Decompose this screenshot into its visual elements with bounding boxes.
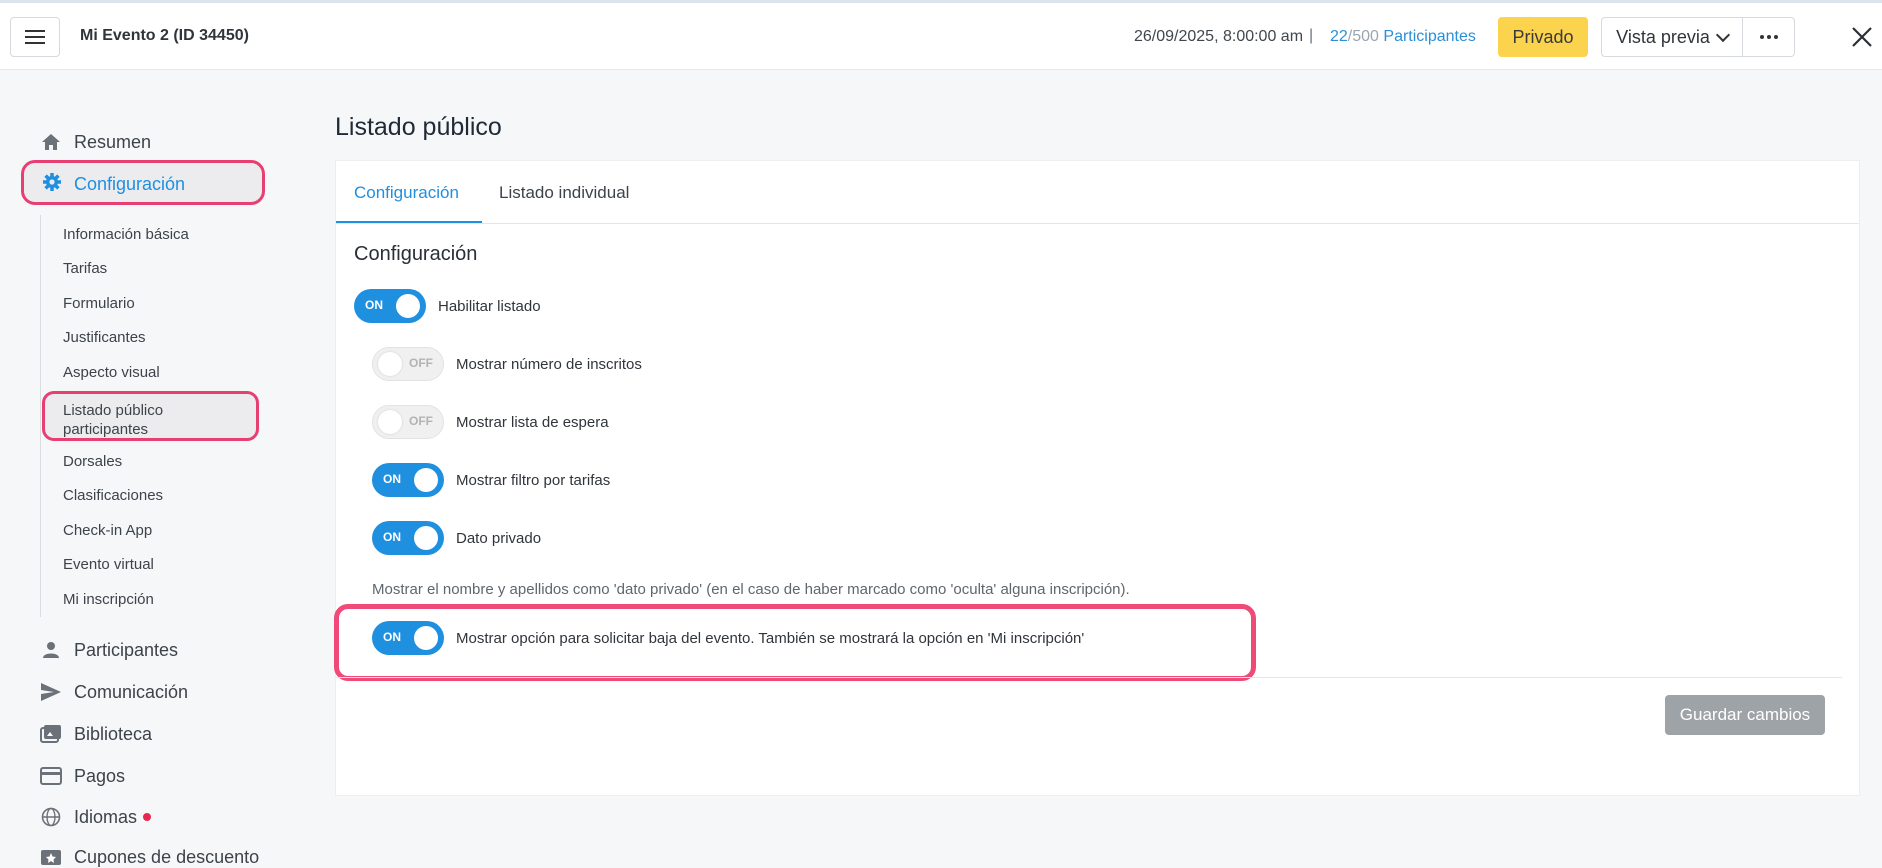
submenu-item-formulario[interactable]: Formulario	[63, 295, 135, 312]
setting-solicitar-baja: ON Mostrar opción para solicitar baja de…	[372, 621, 1084, 655]
menu-button[interactable]	[10, 17, 60, 57]
card-icon	[40, 765, 62, 787]
toggle-switch[interactable]: ON	[372, 621, 444, 655]
toggle-switch[interactable]: ON	[354, 289, 426, 323]
submenu-item-listado-publico[interactable]: Listado público participantes	[42, 391, 259, 441]
submenu-item-mi-inscripcion[interactable]: Mi inscripción	[63, 591, 154, 608]
toggle-state: OFF	[409, 356, 433, 370]
send-icon	[40, 681, 62, 703]
sidebar-item-biblioteca[interactable]: Biblioteca	[40, 723, 152, 745]
toggle-state: ON	[383, 530, 401, 544]
sidebar-item-cupones[interactable]: Cupones de descuento	[40, 846, 259, 868]
sidebar-item-comunicacion[interactable]: Comunicación	[40, 681, 188, 703]
participants-current: 22	[1330, 28, 1348, 45]
submenu-item-justificantes[interactable]: Justificantes	[63, 329, 146, 346]
submenu-item-clasificaciones[interactable]: Clasificaciones	[63, 487, 163, 504]
settings-card: Configuración Listado individual Configu…	[334, 160, 1860, 796]
setting-dato-privado: ON Dato privado	[372, 521, 541, 555]
toggle-switch[interactable]: ON	[372, 463, 444, 497]
event-title: Mi Evento 2 (ID 34450)	[80, 27, 249, 44]
sidebar-item-configuracion[interactable]: Configuración	[21, 160, 265, 205]
submenu-item-checkin-app[interactable]: Check-in App	[63, 522, 152, 539]
more-dots-icon	[1759, 35, 1764, 39]
setting-habilitar-listado: ON Habilitar listado	[354, 289, 541, 323]
participants-link[interactable]: Participantes	[1383, 28, 1476, 45]
setting-lista-espera: OFF Mostrar lista de espera	[372, 405, 609, 439]
setting-label: Habilitar listado	[438, 297, 541, 315]
setting-label: Dato privado	[456, 529, 542, 547]
more-options-button[interactable]	[1742, 17, 1795, 57]
private-button[interactable]: Privado	[1498, 17, 1588, 57]
setting-filtro-tarifas: ON Mostrar filtro por tarifas	[372, 463, 610, 497]
sidebar-item-label: Participantes	[74, 639, 179, 660]
chevron-down-icon	[1715, 27, 1730, 42]
preview-label: Vista previa	[1616, 26, 1710, 47]
toggle-switch[interactable]: OFF	[372, 405, 444, 439]
sidebar-item-participantes[interactable]: Participantes	[40, 639, 178, 661]
setting-label: Mostrar filtro por tarifas	[456, 471, 611, 489]
close-icon[interactable]	[1850, 25, 1874, 49]
sidebar-item-label: Biblioteca	[74, 723, 153, 744]
tab-listado-individual[interactable]: Listado individual	[499, 183, 629, 203]
submenu-line	[40, 215, 41, 617]
sidebar-item-label: Resumen	[74, 131, 152, 152]
sidebar-item-label: Cupones de descuento	[74, 846, 260, 867]
page-title: Listado público	[335, 113, 502, 141]
toggle-switch[interactable]: ON	[372, 521, 444, 555]
setting-numero-inscritos: OFF Mostrar número de inscritos	[372, 347, 642, 381]
tab-bar: Configuración Listado individual	[336, 161, 1859, 224]
home-icon	[40, 131, 62, 153]
person-icon	[40, 639, 62, 661]
section-title: Configuración	[354, 243, 478, 265]
submenu-item-tarifas[interactable]: Tarifas	[63, 260, 107, 277]
notification-dot	[143, 813, 152, 821]
top-bar: Mi Evento 2 (ID 34450) 26/09/2025, 8:00:…	[0, 3, 1882, 70]
submenu-item-info-basica[interactable]: Información básica	[63, 226, 189, 243]
active-tab-indicator	[336, 221, 482, 223]
participants-total: /500	[1347, 28, 1379, 45]
gear-icon	[42, 172, 62, 197]
submenu-item-aspecto-visual[interactable]: Aspecto visual	[63, 364, 160, 381]
sidebar-item-label: Comunicación	[74, 681, 189, 702]
setting-label: Mostrar número de inscritos	[456, 355, 642, 373]
hamburger-icon	[25, 30, 45, 44]
setting-label: Mostrar lista de espera	[456, 413, 609, 431]
sidebar-item-resumen[interactable]: Resumen	[40, 131, 151, 153]
sidebar-item-label: Idiomas	[74, 806, 138, 827]
toggle-state: ON	[383, 630, 401, 644]
sidebar-item-idiomas[interactable]: Idiomas	[40, 806, 152, 828]
event-datetime: 26/09/2025, 8:00:00 am	[1134, 28, 1304, 45]
toggle-state: OFF	[409, 414, 433, 428]
participants-count[interactable]: 22/500 Participantes	[1330, 28, 1476, 46]
tab-configuracion[interactable]: Configuración	[354, 183, 459, 203]
coupon-icon	[40, 846, 62, 868]
toggle-state: ON	[383, 472, 401, 486]
images-icon	[40, 723, 62, 745]
private-data-note: Mostrar el nombre y apellidos como 'dato…	[372, 581, 1130, 598]
submenu-item-label: Listado público participantes	[63, 402, 164, 438]
sidebar-item-pagos[interactable]: Pagos	[40, 765, 125, 787]
submenu-item-dorsales[interactable]: Dorsales	[63, 453, 122, 470]
save-button[interactable]: Guardar cambios	[1665, 695, 1825, 735]
sidebar-item-label: Configuración	[74, 174, 186, 194]
submenu-item-evento-virtual[interactable]: Evento virtual	[63, 556, 154, 573]
header-separator: |	[1309, 27, 1314, 44]
globe-icon	[40, 806, 62, 828]
toggle-switch[interactable]: OFF	[372, 347, 444, 381]
sidebar-item-label: Pagos	[74, 765, 126, 786]
form-divider	[336, 677, 1842, 678]
setting-label: Mostrar opción para solicitar baja del e…	[456, 629, 1085, 647]
preview-dropdown[interactable]: Vista previa	[1601, 17, 1743, 57]
toggle-state: ON	[365, 298, 383, 312]
